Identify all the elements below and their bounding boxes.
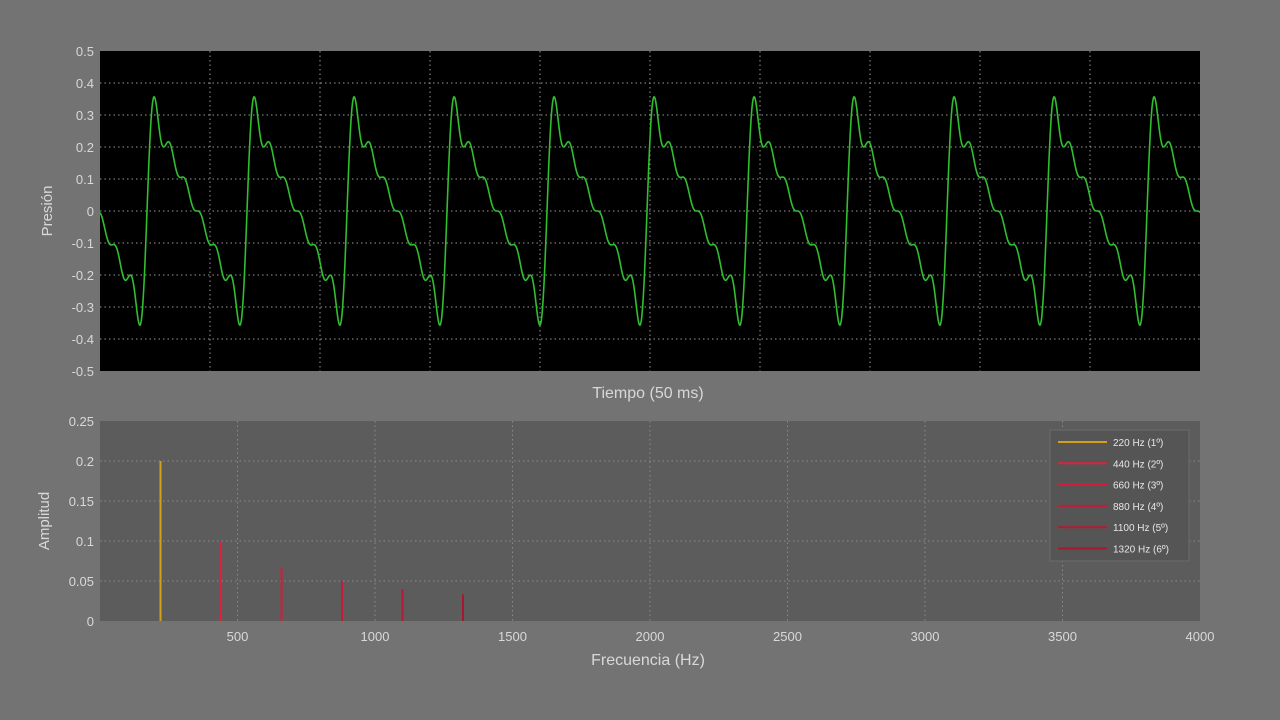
spectrum-x-tick-label: 1500 — [498, 629, 527, 644]
legend-box — [1049, 429, 1190, 562]
pressure-y-tick-label: -0.5 — [72, 364, 94, 379]
spectrum-y-tick-label: 0.05 — [69, 574, 94, 589]
spectrum-legend: 220 Hz (1º) 440 Hz (2º) 660 Hz (3º) 880 Hz … — [1049, 429, 1190, 562]
legend-label: 440 Hz (2º) — [1113, 459, 1163, 470]
pressure-y-tick-label: 0.5 — [76, 44, 94, 59]
legend-label: 660 Hz (3º) — [1113, 481, 1163, 492]
spectrum-x-tick-label: 2000 — [636, 629, 665, 644]
pressure-y-tick-label: -0.2 — [72, 268, 94, 283]
pressure-y-axis-label: Presión — [39, 186, 56, 237]
pressure-y-tick-label: -0.4 — [72, 332, 94, 347]
pressure-y-tick-label: 0.2 — [76, 140, 94, 155]
legend-label: 1320 Hz (6º) — [1113, 545, 1169, 556]
spectrum-y-ticks: 0.25 0.2 0.15 0.1 0.05 0 — [69, 414, 94, 629]
spectrum-x-tick-label: 1000 — [361, 629, 390, 644]
pressure-y-tick-label: -0.1 — [72, 236, 94, 251]
spectrum-x-axis-label: Frecuencia (Hz) — [591, 652, 705, 669]
pressure-y-tick-label: 0.3 — [76, 108, 94, 123]
spectrum-y-tick-label: 0.1 — [76, 534, 94, 549]
spectrum-chart: 0.25 0.2 0.15 0.1 0.05 0 500 1000 1500 2000 2500 3… — [36, 414, 1214, 669]
pressure-chart: 0.5 0.4 0.3 0.2 0.1 0 -0.1 -0.2 -0.3 -0.4 -0.5 Pre… — [39, 44, 1201, 402]
legend-label: 880 Hz (4º) — [1113, 502, 1163, 513]
spectrum-x-tick-label: 4000 — [1186, 629, 1215, 644]
pressure-x-axis-label: Tiempo (50 ms) — [592, 385, 703, 402]
spectrum-x-ticks: 500 1000 1500 2000 2500 3000 3500 4000 — [227, 629, 1215, 644]
legend-label: 1100 Hz (5º) — [1113, 523, 1168, 534]
spectrum-y-tick-label: 0 — [87, 614, 94, 629]
spectrum-y-tick-label: 0.15 — [69, 494, 94, 509]
spectrum-x-tick-label: 500 — [227, 629, 249, 644]
pressure-y-tick-label: -0.3 — [72, 300, 94, 315]
pressure-y-ticks: 0.5 0.4 0.3 0.2 0.1 0 -0.1 -0.2 -0.3 -0.4 -0.5 — [72, 44, 94, 379]
figure: 0.5 0.4 0.3 0.2 0.1 0 -0.1 -0.2 -0.3 -0.4 -0.5 Pre… — [36, 44, 1214, 669]
pressure-y-tick-label: 0.4 — [76, 76, 94, 91]
spectrum-x-tick-label: 3500 — [1048, 629, 1077, 644]
legend-label: 220 Hz (1º) — [1113, 438, 1163, 449]
spectrum-y-tick-label: 0.2 — [76, 454, 94, 469]
spectrum-y-axis-label: Amplitud — [36, 492, 53, 550]
spectrum-y-tick-label: 0.25 — [69, 414, 94, 429]
spectrum-x-tick-label: 3000 — [911, 629, 940, 644]
pressure-y-tick-label: 0.1 — [76, 172, 94, 187]
spectrum-x-tick-label: 2500 — [773, 629, 802, 644]
pressure-y-tick-label: 0 — [87, 204, 94, 219]
